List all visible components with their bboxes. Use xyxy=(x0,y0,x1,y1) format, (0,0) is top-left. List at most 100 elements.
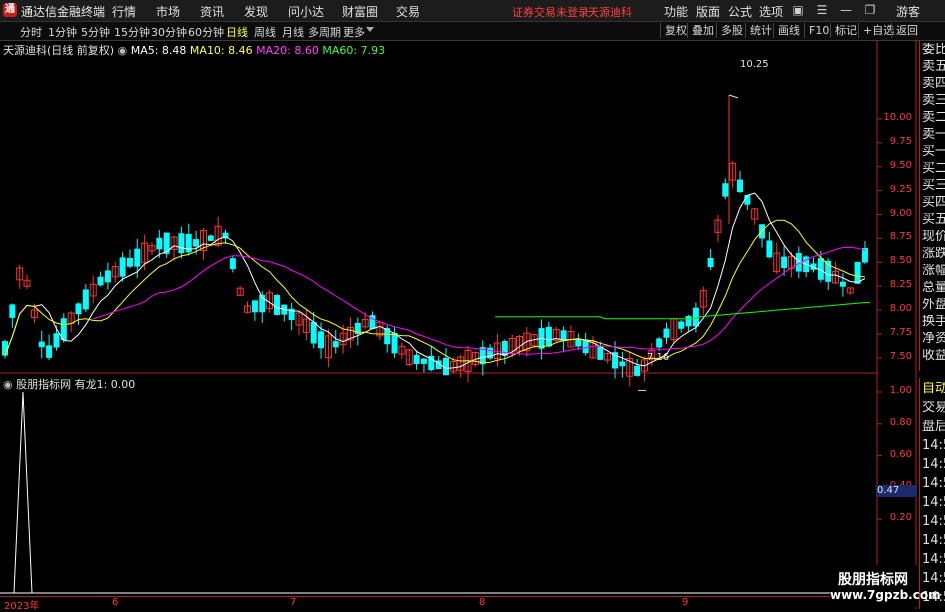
order-book-row: 卖一 xyxy=(922,128,945,142)
order-book-row: 净资 xyxy=(922,332,945,346)
candle-body-down xyxy=(185,233,192,253)
current-stock-notice[interactable]: 天源迪科 xyxy=(588,4,632,20)
candle-body-down xyxy=(119,257,126,277)
period-daily[interactable]: 日线 xyxy=(226,24,248,40)
button-fuquan[interactable]: 复权 xyxy=(660,23,687,38)
button-tongji[interactable]: 统计 xyxy=(745,23,772,38)
indicator-tick-label: 0.60 xyxy=(889,448,912,460)
candle-body-down xyxy=(229,258,236,270)
candle-body-down xyxy=(420,358,427,364)
time-sales-row: 14:56 xyxy=(922,553,945,567)
period-5min[interactable]: 5分钟 xyxy=(81,24,110,40)
candle-body-down xyxy=(310,322,317,344)
order-book-row: 委比 xyxy=(922,43,945,57)
candle-body-down xyxy=(597,346,604,360)
minimize-icon[interactable]: — xyxy=(838,2,854,18)
candle-body-down xyxy=(707,257,714,268)
menu-bar: 通 通达信金融终端 行情 市场 资讯 发现 问小达 财富圈 交易 证券交易未登录… xyxy=(0,0,945,22)
period-1min[interactable]: 1分钟 xyxy=(48,24,77,40)
button-diejia[interactable]: 叠加 xyxy=(687,23,714,38)
order-book-row: 买五 xyxy=(922,213,945,227)
candle-body-down xyxy=(781,256,788,269)
period-15min[interactable]: 15分钟 xyxy=(114,24,150,40)
menu-hangqing[interactable]: 行情 xyxy=(112,3,136,20)
candle-body-down xyxy=(413,354,420,365)
indicator-tick-label: 0.80 xyxy=(889,416,912,428)
menu-gongneng[interactable]: 功能 xyxy=(664,3,688,20)
time-sales-row: 14:56 xyxy=(922,439,945,453)
candle-body-down xyxy=(156,237,163,250)
candle-body-down xyxy=(53,333,60,348)
price-tick-label: 7.75 xyxy=(889,327,912,338)
order-book-row: 买二 xyxy=(922,162,945,176)
skin-icon[interactable]: ▣ xyxy=(790,2,806,18)
order-book-row: 现价 xyxy=(922,230,945,244)
more-dropdown-icon[interactable] xyxy=(366,27,374,32)
candle-body-down xyxy=(318,331,325,349)
candle-body-down xyxy=(545,326,552,347)
order-book-row: 涨跌 xyxy=(922,247,945,261)
price-tick-label: 10.00 xyxy=(883,111,912,123)
button-biaoji[interactable]: 标记 xyxy=(830,23,857,38)
candle-body-down xyxy=(178,233,185,254)
button-duogu[interactable]: 多股 xyxy=(716,23,743,38)
menu-faxian[interactable]: 发现 xyxy=(244,3,268,20)
ma10-line xyxy=(4,219,865,364)
menu-icon[interactable]: ☰ xyxy=(814,2,830,18)
price-tick-label: 8.00 xyxy=(889,303,912,315)
login-notice[interactable]: 证券交易未登录 xyxy=(512,4,589,20)
date-axis: 2023年 6 7 8 9 xyxy=(0,596,878,612)
menu-wenxiaoda[interactable]: 问小达 xyxy=(288,3,324,20)
period-fenshi[interactable]: 分时 xyxy=(20,24,42,40)
app-title: 通达信金融终端 xyxy=(21,5,106,19)
order-book-row: 卖三 xyxy=(922,94,945,108)
period-multi[interactable]: 多周期 xyxy=(308,24,341,40)
candle-body-down xyxy=(332,341,339,348)
menu-gongshi[interactable]: 公式 xyxy=(728,3,752,20)
period-monthly[interactable]: 月线 xyxy=(282,24,304,40)
candle-body-down xyxy=(38,341,45,348)
period-more[interactable]: 更多 xyxy=(343,24,365,40)
high-annotation: 10.25 xyxy=(740,59,769,70)
order-book-row: 总量 xyxy=(922,281,945,295)
price-tick-label: 9.25 xyxy=(889,183,912,195)
candle-body-down xyxy=(2,341,8,356)
candle-body-down xyxy=(619,361,626,367)
candle-body-down xyxy=(678,321,685,329)
menu-zixun[interactable]: 资讯 xyxy=(200,3,224,20)
candle-body-down xyxy=(575,339,582,347)
indicator-tick-label: 1.00 xyxy=(889,385,912,396)
price-tick-label: 8.50 xyxy=(889,255,912,267)
period-toolbar: 分时 1分钟 5分钟 15分钟 30分钟 60分钟 日线 周线 月线 多周期 更… xyxy=(0,22,945,41)
period-60min[interactable]: 60分钟 xyxy=(188,24,224,40)
candle-body-down xyxy=(193,239,200,247)
time-sales-row: 14:56 xyxy=(922,515,945,529)
app-logo-icon: 通 xyxy=(3,3,17,17)
menu-banmian[interactable]: 版面 xyxy=(696,3,720,20)
order-book-panel: 委比 卖五 卖四 卖三 卖二 卖一 买一 买二 买三 买四 买五 现价 涨跌 涨幅 总量 外盘 换手 净资 收益 xyxy=(919,41,945,371)
date-label-8: 8 xyxy=(479,597,486,608)
period-30min[interactable]: 30分钟 xyxy=(151,24,187,40)
menu-caifuquan[interactable]: 财富圈 xyxy=(342,3,378,20)
time-sales-panel: 自动交易盘后 14:56 14:56 14:56 14:56 14:56 14:56 14:5… xyxy=(919,378,945,609)
button-huaxian[interactable]: 画线 xyxy=(773,23,800,38)
candle-body-down xyxy=(737,179,743,193)
menu-xuanxiang[interactable]: 选项 xyxy=(759,3,783,20)
candle-body-down xyxy=(854,261,861,284)
candle-body-down xyxy=(839,281,846,287)
menu-jiaoyi[interactable]: 交易 xyxy=(396,3,420,20)
date-label-7: 7 xyxy=(290,597,297,608)
candle-body-down xyxy=(391,332,398,354)
kline-chart[interactable] xyxy=(0,40,945,609)
low-annotation: 7.16 xyxy=(647,352,670,363)
order-book-row: 外盘 xyxy=(922,298,945,312)
time-sales-row: 14:56 xyxy=(922,458,945,472)
period-weekly[interactable]: 周线 xyxy=(254,24,276,40)
time-sales-row: 交易 xyxy=(922,401,945,415)
button-f10[interactable]: F10 xyxy=(804,23,829,38)
indicator-tick-label: 0.20 xyxy=(889,512,912,524)
menu-shichang[interactable]: 市场 xyxy=(156,3,180,20)
order-book-row: 涨幅 xyxy=(922,264,945,278)
candle-body-down xyxy=(656,338,663,348)
time-sales-row: 盘后 xyxy=(922,420,945,434)
